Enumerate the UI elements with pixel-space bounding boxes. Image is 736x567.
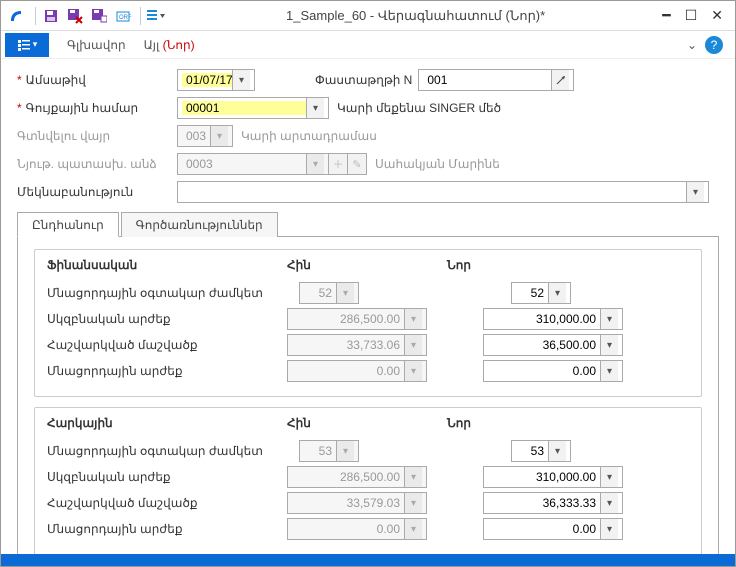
tab-general[interactable]: Ընդհանուր: [17, 212, 119, 237]
group-financial: Ֆինանսական Հին Նոր Մնացորդային օգտակար ժ…: [34, 249, 702, 397]
svg-text:ORF: ORF: [119, 15, 131, 21]
tax-life-label: Մնացորդային օգտակար ժամկետ: [47, 444, 287, 458]
fin-depr-label: Հաշվարկված մաշվածք: [47, 338, 287, 352]
group-tax-title: Հարկային: [47, 416, 287, 430]
fin-initval-label: Սկզբնական արժեք: [47, 312, 287, 326]
group-tax: Հարկային Հին Նոր Մնացորդային օգտակար ժամ…: [34, 407, 702, 554]
help-icon[interactable]: ?: [705, 36, 723, 54]
fin-residual-label: Մնացորդային արժեք: [47, 364, 287, 378]
tax-initval-old: 286,500.00▾: [287, 466, 427, 488]
tax-initval-label: Սկզբնական արժեք: [47, 470, 287, 484]
chevron-down-icon[interactable]: ▾: [548, 283, 566, 303]
chevron-down-icon[interactable]: ▾: [548, 441, 566, 461]
app-window: ORF 1_Sample_60 - Վերագնահատում (Նոր)* ━…: [0, 0, 736, 567]
menubar: Գլխավոր Այլ (Նոր) ⌄ ?: [1, 31, 735, 59]
chevron-down-icon: ▾: [210, 126, 228, 146]
tax-residual-new[interactable]: 0.00▾: [483, 518, 623, 540]
location-field: 003 ▾: [177, 125, 233, 147]
wand-icon[interactable]: [551, 70, 569, 90]
comment-field[interactable]: ▾: [177, 181, 709, 203]
fin-initval-old: 286,500.00▾: [287, 308, 427, 330]
chevron-down-icon[interactable]: ▾: [232, 70, 250, 90]
chevron-down-icon[interactable]: ▾: [306, 98, 324, 118]
resp-description: Սահակյան Մարինե: [375, 157, 500, 171]
attachments-icon[interactable]: ORF: [112, 5, 134, 27]
close-button[interactable]: ✕: [711, 7, 723, 24]
chevron-down-icon[interactable]: ▾: [600, 467, 618, 487]
resp-label: Նյութ. պատասխ. անձ: [17, 157, 177, 171]
tax-depr-old: 33,579.03▾: [287, 492, 427, 514]
minimize-button[interactable]: ━: [662, 7, 670, 24]
chevron-down-icon[interactable]: ▾: [686, 182, 704, 202]
assetnum-field[interactable]: 00001 ▾: [177, 97, 329, 119]
docnum-field[interactable]: 001: [418, 69, 574, 91]
assetnum-label: *Գույքային համար: [17, 101, 177, 115]
save-close-icon[interactable]: [64, 5, 86, 27]
chevron-down-icon[interactable]: ▾: [600, 335, 618, 355]
list-dropdown-icon[interactable]: [145, 5, 167, 27]
save-icon[interactable]: [40, 5, 62, 27]
fin-initval-new[interactable]: 310,000.00▾: [483, 308, 623, 330]
plus-icon: ＋: [328, 153, 348, 175]
date-field[interactable]: 01/07/17 ▾: [177, 69, 255, 91]
edit-icon: ✎: [347, 153, 367, 175]
tax-initval-new[interactable]: 310,000.00▾: [483, 466, 623, 488]
resp-field: 0003 ▾: [177, 153, 329, 175]
fin-residual-old: 0.00▾: [287, 360, 427, 382]
tax-depr-new[interactable]: 36,333.33▾: [483, 492, 623, 514]
window-title: 1_Sample_60 - Վերագնահատում (Նոր)*: [169, 8, 662, 24]
date-label: *Ամսաթիվ: [17, 73, 177, 87]
tabs: Ընդհանուր Գործառնություններ Ֆինանսական Հ…: [17, 211, 719, 554]
tax-life-new[interactable]: 53▾: [511, 440, 571, 462]
chevron-down-icon[interactable]: ▾: [600, 519, 618, 539]
chevron-down-icon[interactable]: ▾: [600, 309, 618, 329]
col-old-header: Հին: [287, 416, 447, 430]
tab-body: Ֆինանսական Հին Նոր Մնացորդային օգտակար ժ…: [17, 237, 719, 554]
maximize-button[interactable]: ☐: [685, 7, 698, 24]
fin-life-new[interactable]: 52▾: [511, 282, 571, 304]
tax-residual-old: 0.00▾: [287, 518, 427, 540]
col-new-header: Նոր: [447, 258, 607, 272]
chevron-down-icon: ▾: [306, 154, 324, 174]
menu-other[interactable]: Այլ (Նոր): [144, 38, 195, 52]
fin-life-label: Մնացորդային օգտակար ժամկետ: [47, 286, 287, 300]
view-menu-button[interactable]: [5, 33, 49, 57]
form-content: *Ամսաթիվ 01/07/17 ▾ Փաստաթղթի N 001 *Գու…: [1, 59, 735, 554]
assetnum-description: Կարի մեքենա SINGER մեծ: [337, 101, 501, 115]
tax-residual-label: Մնացորդային արժեք: [47, 522, 287, 536]
fin-life-old: 52▾: [299, 282, 359, 304]
comment-label: Մեկնաբանություն: [17, 185, 177, 199]
col-new-header: Նոր: [447, 416, 607, 430]
location-label: Գտնվելու վայր: [17, 129, 177, 143]
tab-operations[interactable]: Գործառնություններ: [121, 212, 278, 237]
status-bar: [1, 554, 735, 566]
app-logo-icon: [7, 7, 25, 25]
tax-depr-label: Հաշվարկված մաշվածք: [47, 496, 287, 510]
docnum-label: Փաստաթղթի N: [315, 73, 412, 87]
fin-depr-new[interactable]: 36,500.00▾: [483, 334, 623, 356]
tax-life-old: 53▾: [299, 440, 359, 462]
col-old-header: Հին: [287, 258, 447, 272]
chevron-down-icon[interactable]: ▾: [600, 361, 618, 381]
save-new-icon[interactable]: [88, 5, 110, 27]
group-financial-title: Ֆինանսական: [47, 258, 287, 272]
fin-residual-new[interactable]: 0.00▾: [483, 360, 623, 382]
chevron-down-icon[interactable]: ▾: [600, 493, 618, 513]
collapse-ribbon-icon[interactable]: ⌄: [687, 38, 697, 52]
location-description: Կարի արտադրամաս: [241, 129, 377, 143]
menu-main[interactable]: Գլխավոր: [67, 38, 126, 52]
fin-depr-old: 33,733.06▾: [287, 334, 427, 356]
titlebar: ORF 1_Sample_60 - Վերագնահատում (Նոր)* ━…: [1, 1, 735, 31]
